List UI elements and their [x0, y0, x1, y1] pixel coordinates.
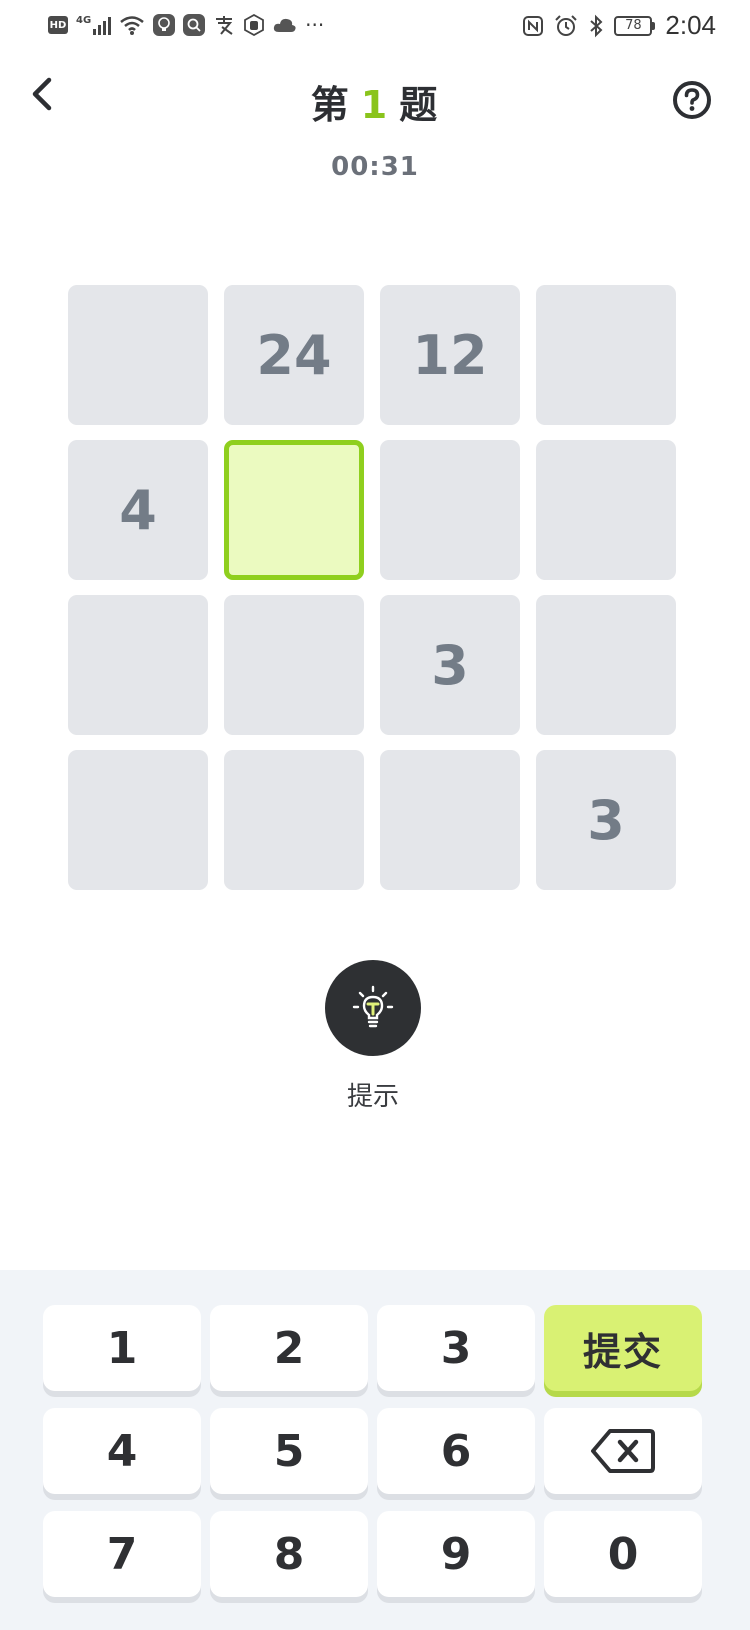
question-circle-icon — [673, 81, 711, 119]
key-6[interactable]: 6 — [377, 1408, 535, 1494]
backspace-icon — [591, 1429, 655, 1473]
key-5[interactable]: 5 — [210, 1408, 368, 1494]
grid-cell-r1c3[interactable]: 12 — [380, 285, 520, 425]
hand-app-icon — [244, 14, 265, 36]
bluetooth-icon — [590, 14, 603, 37]
elapsed-timer: 00:31 — [331, 152, 419, 182]
number-keypad: 1 2 3 提交 4 5 6 7 8 9 0 — [0, 1270, 750, 1630]
hint-button[interactable] — [325, 960, 421, 1056]
grid-cell-r2c3[interactable] — [380, 440, 520, 580]
key-0[interactable]: 0 — [544, 1511, 702, 1597]
clock-time: 2:04 — [665, 10, 716, 40]
key-3[interactable]: 3 — [377, 1305, 535, 1391]
grid-cell-r4c2[interactable] — [224, 750, 364, 890]
alarm-icon — [555, 14, 578, 36]
submit-button[interactable]: 提交 — [544, 1305, 702, 1391]
status-bar-left: HD 4G ··· — [48, 12, 324, 38]
grid-cell-r3c3[interactable]: 3 — [380, 595, 520, 735]
cloud-icon — [274, 18, 296, 32]
grid-cell-r3c1[interactable] — [68, 595, 208, 735]
signal-4g-icon: 4G — [76, 15, 112, 35]
key-7[interactable]: 7 — [43, 1511, 201, 1597]
grid-cell-r3c4[interactable] — [536, 595, 676, 735]
search-app-icon — [183, 14, 206, 36]
battery-level: 78 — [614, 15, 653, 36]
title-suffix: 题 — [399, 83, 440, 127]
grid-cell-r1c1[interactable] — [68, 285, 208, 425]
question-number: 1 — [360, 83, 390, 127]
grid-cell-r4c4[interactable]: 3 — [536, 750, 676, 890]
status-bar-right: 78 2:04 — [522, 10, 716, 41]
keypad-grid: 1 2 3 提交 4 5 6 7 8 9 0 — [43, 1305, 702, 1603]
key-4[interactable]: 4 — [43, 1408, 201, 1494]
page-title: 第1题 — [0, 74, 750, 129]
grid-cell-r1c2[interactable]: 24 — [224, 285, 364, 425]
backspace-button[interactable] — [544, 1408, 702, 1494]
title-prefix: 第 — [310, 83, 351, 127]
network-label: 4G — [76, 15, 92, 26]
key-2[interactable]: 2 — [210, 1305, 368, 1391]
status-bar: HD 4G ··· 78 2:04 — [0, 0, 750, 54]
hint-label: 提示 — [346, 1082, 399, 1112]
grid-cell-r4c1[interactable] — [68, 750, 208, 890]
nfc-icon — [523, 15, 544, 36]
lightbulb-icon — [352, 985, 394, 1028]
key-1[interactable]: 1 — [43, 1305, 201, 1391]
puzzle-grid: 24 12 4 3 3 — [68, 285, 682, 890]
battery-icon: 78 — [614, 15, 656, 36]
bulb-app-icon — [153, 14, 176, 36]
help-button[interactable] — [672, 80, 712, 120]
key-9[interactable]: 9 — [377, 1511, 535, 1597]
alipay-icon — [216, 16, 233, 35]
grid-cell-r2c2-selected[interactable] — [224, 440, 364, 580]
grid-cell-r2c4[interactable] — [536, 440, 676, 580]
wifi-icon — [120, 16, 144, 35]
grid-cell-r4c3[interactable] — [380, 750, 520, 890]
grid-cell-r3c2[interactable] — [224, 595, 364, 735]
hd-badge-icon: HD — [48, 16, 68, 34]
grid-cell-r1c4[interactable] — [536, 285, 676, 425]
more-dots-icon: ··· — [305, 13, 325, 37]
key-8[interactable]: 8 — [210, 1511, 368, 1597]
grid-cell-r2c1[interactable]: 4 — [68, 440, 208, 580]
